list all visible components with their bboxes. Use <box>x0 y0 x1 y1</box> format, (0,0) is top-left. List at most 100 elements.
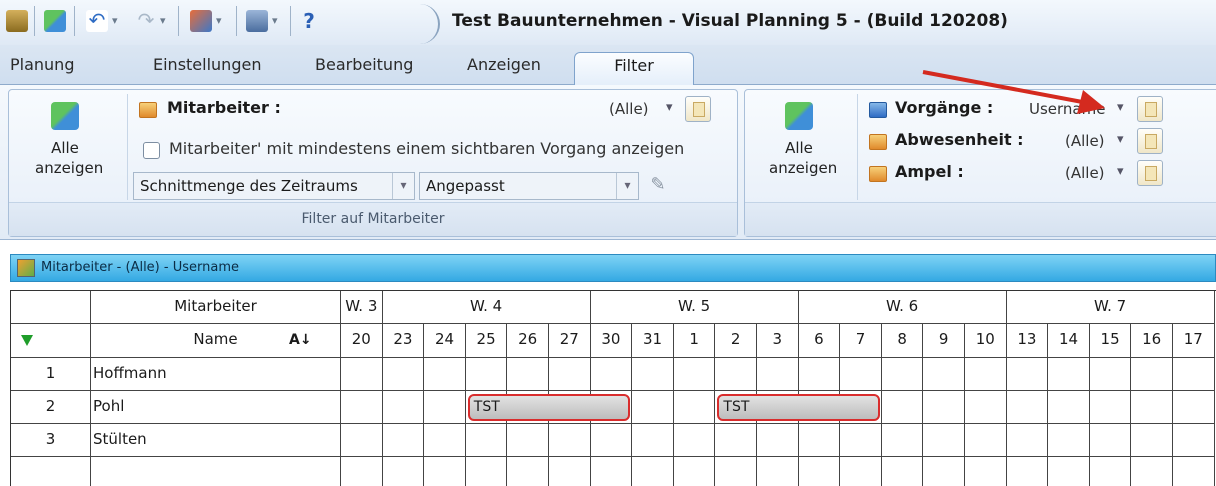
sort-az-icon[interactable]: A↓ <box>289 332 312 348</box>
schedule-cell[interactable] <box>1048 391 1090 424</box>
day-header[interactable]: 7 <box>840 324 882 358</box>
day-header[interactable]: 31 <box>632 324 674 358</box>
schedule-cell[interactable] <box>1173 457 1215 486</box>
schedule-cell[interactable] <box>673 358 716 391</box>
schedule-cell[interactable] <box>1131 391 1173 424</box>
chevron-down-icon[interactable]: ▾ <box>1117 164 1124 179</box>
undo-dropdown-icon[interactable]: ▾ <box>112 14 118 27</box>
schedule-cell[interactable] <box>840 358 882 391</box>
schedule-cell[interactable] <box>923 424 965 457</box>
schedule-cell[interactable] <box>673 424 716 457</box>
schedule-cell[interactable] <box>1089 358 1132 391</box>
chevron-down-icon[interactable]: ▾ <box>1117 100 1124 115</box>
schedule-cell[interactable] <box>507 457 549 486</box>
day-header[interactable]: 24 <box>424 324 466 358</box>
schedule-cell[interactable] <box>341 457 383 486</box>
task-bar[interactable]: TST <box>467 394 631 421</box>
schedule-cell[interactable] <box>632 391 674 424</box>
day-header[interactable]: 3 <box>757 324 799 358</box>
schedule-cell[interactable] <box>1173 358 1215 391</box>
schedule-cell[interactable] <box>715 358 757 391</box>
abwesenheit-filter-value[interactable]: (Alle) <box>1065 132 1105 150</box>
row-number[interactable]: 1 <box>11 358 91 391</box>
schedule-cell[interactable] <box>1089 391 1132 424</box>
schedule-cell[interactable] <box>715 457 757 486</box>
day-header[interactable]: 25 <box>465 324 508 358</box>
schedule-cell[interactable] <box>965 391 1007 424</box>
schedule-cell[interactable] <box>923 358 965 391</box>
schedule-cell[interactable] <box>923 391 965 424</box>
schedule-cell[interactable] <box>424 424 466 457</box>
schedule-cell[interactable] <box>507 424 549 457</box>
schedule-cell[interactable] <box>382 424 425 457</box>
select-vorgaenge-button[interactable] <box>1137 96 1163 122</box>
schedule-cell[interactable] <box>673 391 716 424</box>
day-header[interactable]: 26 <box>507 324 549 358</box>
monitor-dropdown-icon[interactable]: ▾ <box>272 14 278 27</box>
day-header[interactable]: 10 <box>965 324 1007 358</box>
day-header[interactable]: 8 <box>881 324 924 358</box>
schedule-cell[interactable] <box>882 457 924 486</box>
schedule-cell[interactable] <box>590 424 633 457</box>
schedule-cell[interactable] <box>1131 457 1173 486</box>
schedule-cell[interactable] <box>341 358 383 391</box>
schedule-cell[interactable] <box>840 424 882 457</box>
show-all-button[interactable]: Alle anzeigen <box>15 102 115 178</box>
schedule-cell[interactable] <box>632 424 674 457</box>
row-number[interactable]: 3 <box>11 424 91 457</box>
redo-icon[interactable]: ↷ <box>135 10 157 32</box>
schedule-cell[interactable] <box>424 457 466 486</box>
schedule-cell[interactable] <box>466 457 508 486</box>
angepasst-select[interactable]: Angepasst ▾ <box>419 172 639 200</box>
schedule-cell[interactable] <box>591 457 633 486</box>
select-mitarbeiter-button[interactable] <box>685 96 711 122</box>
schedule-cell[interactable] <box>549 457 591 486</box>
schedule-cell[interactable] <box>382 391 425 424</box>
schedule-cell[interactable] <box>382 358 425 391</box>
schedule-cell[interactable] <box>757 424 799 457</box>
schedule-cell[interactable] <box>757 358 799 391</box>
tab-planung[interactable]: Planung <box>10 55 74 74</box>
zeitraum-select[interactable]: Schnittmenge des Zeitraums ▾ <box>133 172 415 200</box>
row-name[interactable]: Stülten <box>91 424 341 457</box>
day-header[interactable]: 30 <box>590 324 633 358</box>
day-header[interactable]: 20 <box>341 324 383 358</box>
schedule-cell[interactable] <box>1173 391 1215 424</box>
select-ampel-button[interactable] <box>1137 160 1163 186</box>
schedule-cell[interactable] <box>1131 424 1173 457</box>
help-icon[interactable]: ? <box>298 10 320 32</box>
redo-dropdown-icon[interactable]: ▾ <box>160 14 166 27</box>
tab-filter[interactable]: Filter <box>574 52 694 86</box>
row-number[interactable]: 2 <box>11 391 91 424</box>
schedule-cell[interactable] <box>549 424 591 457</box>
export-icon[interactable] <box>190 10 212 32</box>
day-header[interactable]: 27 <box>549 324 591 358</box>
edit-pencil-icon[interactable]: ✎ <box>645 174 671 200</box>
day-header[interactable]: 23 <box>382 324 425 358</box>
day-header[interactable]: 15 <box>1089 324 1132 358</box>
schedule-cell[interactable] <box>881 424 924 457</box>
schedule-cell[interactable] <box>881 391 924 424</box>
schedule-cell[interactable] <box>757 457 799 486</box>
schedule-cell[interactable] <box>1006 358 1049 391</box>
schedule-cell[interactable] <box>590 358 633 391</box>
chevron-down-icon[interactable]: ▾ <box>666 100 673 115</box>
schedule-cell[interactable] <box>1089 424 1132 457</box>
monitor-icon[interactable] <box>246 10 268 32</box>
day-header[interactable]: 1 <box>673 324 716 358</box>
schedule-cell[interactable] <box>965 424 1007 457</box>
schedule-cell[interactable] <box>1007 457 1049 486</box>
day-header[interactable]: 14 <box>1048 324 1090 358</box>
app-icon[interactable] <box>6 10 28 32</box>
schedule-cell[interactable] <box>632 358 674 391</box>
ampel-filter-value[interactable]: (Alle) <box>1065 164 1105 182</box>
schedule-cell[interactable] <box>632 457 674 486</box>
schedule-cell[interactable] <box>1006 424 1049 457</box>
schedule-cell[interactable] <box>799 457 841 486</box>
schedule-cell[interactable] <box>923 457 965 486</box>
task-bar[interactable]: TST <box>717 394 880 421</box>
schedule-cell[interactable] <box>549 358 591 391</box>
schedule-cell[interactable] <box>798 424 841 457</box>
select-abwesenheit-button[interactable] <box>1137 128 1163 154</box>
row-number[interactable] <box>11 457 91 486</box>
